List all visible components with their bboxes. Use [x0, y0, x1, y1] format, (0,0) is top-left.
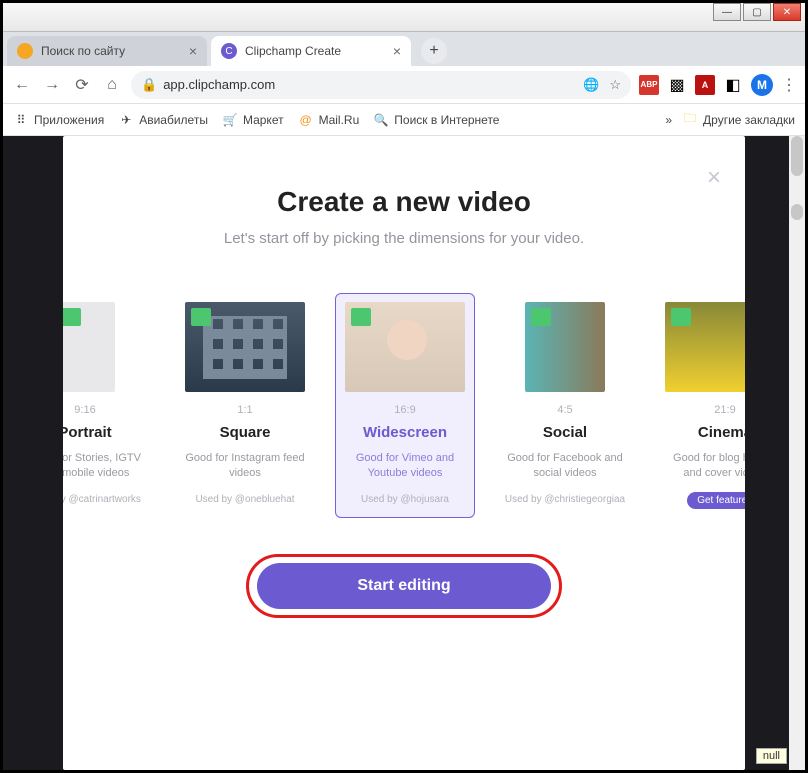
bookmark-mail[interactable]: @Mail.Ru	[298, 112, 360, 128]
aspect-ratio: 1:1	[184, 404, 306, 416]
bookmark-flights[interactable]: ✈Авиабилеты	[118, 112, 208, 128]
card-description: Good for Stories, IGTV and mobile videos	[63, 451, 146, 482]
card-thumbnail	[345, 302, 465, 392]
address-bar[interactable]: 🔒 app.clipchamp.com 🌐 ☆	[131, 71, 631, 99]
toolbar: ← → ⟳ ⌂ 🔒 app.clipchamp.com 🌐 ☆ ABP ▩ A …	[3, 66, 805, 104]
extension-icon[interactable]: ▩	[667, 75, 687, 95]
aspect-ratio: 9:16	[63, 404, 146, 416]
profile-avatar[interactable]: M	[751, 74, 773, 96]
aspect-ratio: 16:9	[344, 404, 466, 416]
search-icon: 🔍	[373, 112, 389, 128]
card-description: Good for Facebook and social videos	[504, 451, 626, 482]
home-button[interactable]: ⌂	[101, 74, 123, 96]
window-titlebar: — ▢ ✕	[3, 3, 805, 32]
card-credit: Used by @onebluehat	[184, 494, 306, 505]
cart-icon: 🛒	[222, 112, 238, 128]
card-thumbnail	[63, 302, 115, 392]
new-tab-button[interactable]: +	[421, 38, 447, 64]
close-window-button[interactable]: ✕	[773, 3, 801, 21]
card-title: Cinema	[664, 424, 745, 441]
maximize-button[interactable]: ▢	[743, 3, 771, 21]
url-text: app.clipchamp.com	[163, 77, 275, 92]
highlight-ring: Start editing	[246, 554, 561, 618]
page-content: × Create a new video Let's start off by …	[3, 136, 805, 770]
start-editing-button[interactable]: Start editing	[257, 563, 550, 609]
tab-close-icon[interactable]: ×	[189, 43, 197, 59]
card-description: Good for Vimeo and Youtube videos	[344, 451, 466, 482]
tab-search[interactable]: Поиск по сайту ×	[7, 36, 207, 66]
card-description: Good for blog header and cover videos	[664, 451, 745, 482]
bookmark-market[interactable]: 🛒Маркет	[222, 112, 284, 128]
bookmarks-overflow[interactable]: »	[665, 113, 672, 127]
template-badge-icon	[531, 308, 551, 326]
card-square[interactable]: 1:1 Square Good for Instagram feed video…	[175, 293, 315, 518]
pdf-extension-icon[interactable]: A	[695, 75, 715, 95]
card-credit: Used by @hojusara	[344, 494, 466, 505]
create-video-modal: × Create a new video Let's start off by …	[63, 136, 745, 770]
modal-subtitle: Let's start off by picking the dimension…	[63, 230, 745, 247]
favicon-icon: C	[221, 43, 237, 59]
bookmark-apps[interactable]: ⠿Приложения	[13, 112, 104, 128]
lock-icon: 🔒	[141, 77, 157, 93]
folder-icon: 🗀	[682, 112, 698, 128]
bookmark-search[interactable]: 🔍Поиск в Интернете	[373, 112, 499, 128]
tab-title: Clipchamp Create	[245, 44, 341, 58]
tab-title: Поиск по сайту	[41, 44, 125, 58]
translate-icon[interactable]: 🌐	[583, 77, 599, 93]
tooltip-null: null	[756, 748, 787, 764]
card-description: Good for Instagram feed videos	[184, 451, 306, 482]
other-bookmarks[interactable]: 🗀Другие закладки	[682, 112, 795, 128]
card-widescreen[interactable]: 16:9 Widescreen Good for Vimeo and Youtu…	[335, 293, 475, 518]
aspect-ratio: 4:5	[504, 404, 626, 416]
at-icon: @	[298, 112, 314, 128]
card-cinema[interactable]: 21:9 Cinema Good for blog header and cov…	[655, 293, 745, 518]
cta-wrap: Start editing	[63, 554, 745, 618]
dimension-carousel: 9:16 Portrait Good for Stories, IGTV and…	[63, 293, 745, 518]
tab-clipchamp[interactable]: C Clipchamp Create ×	[211, 36, 411, 66]
card-title: Social	[504, 424, 626, 441]
card-thumbnail	[525, 302, 605, 392]
star-icon[interactable]: ☆	[609, 77, 621, 93]
abp-extension-icon[interactable]: ABP	[639, 75, 659, 95]
back-button[interactable]: ←	[11, 74, 33, 96]
card-portrait[interactable]: 9:16 Portrait Good for Stories, IGTV and…	[63, 293, 155, 518]
card-title: Widescreen	[344, 424, 466, 441]
tab-close-icon[interactable]: ×	[393, 43, 401, 59]
forward-button[interactable]: →	[41, 74, 63, 96]
browser-menu-button[interactable]: ⋮	[781, 75, 797, 95]
card-title: Square	[184, 424, 306, 441]
plane-icon: ✈	[118, 112, 134, 128]
modal-close-button[interactable]: ×	[707, 164, 721, 192]
card-thumbnail	[665, 302, 745, 392]
favicon-icon	[17, 43, 33, 59]
scrollbar-thumb[interactable]	[791, 136, 803, 176]
get-featured-button[interactable]: Get featured	[687, 492, 745, 509]
aspect-ratio: 21:9	[664, 404, 745, 416]
card-credit: Used by @catrinartworks	[63, 494, 146, 505]
bookmarks-bar: ⠿Приложения ✈Авиабилеты 🛒Маркет @Mail.Ru…	[3, 104, 805, 136]
template-badge-icon	[351, 308, 371, 326]
reload-button[interactable]: ⟳	[71, 74, 93, 96]
template-badge-icon	[671, 308, 691, 326]
tab-strip: Поиск по сайту × C Clipchamp Create × +	[3, 32, 805, 66]
card-thumbnail	[185, 302, 305, 392]
minimize-button[interactable]: —	[713, 3, 741, 21]
apps-icon: ⠿	[13, 112, 29, 128]
template-badge-icon	[191, 308, 211, 326]
extension-icon[interactable]: ◧	[723, 75, 743, 95]
scrollbar[interactable]	[789, 136, 805, 770]
card-title: Portrait	[63, 424, 146, 441]
card-social[interactable]: 4:5 Social Good for Facebook and social …	[495, 293, 635, 518]
card-credit: Used by @christiegeorgiaa	[504, 494, 626, 505]
browser-window: — ▢ ✕ Поиск по сайту × C Clipchamp Creat…	[0, 0, 808, 773]
template-badge-icon	[63, 308, 81, 326]
modal-title: Create a new video	[63, 186, 745, 218]
scrollbar-thumb[interactable]	[791, 204, 803, 220]
